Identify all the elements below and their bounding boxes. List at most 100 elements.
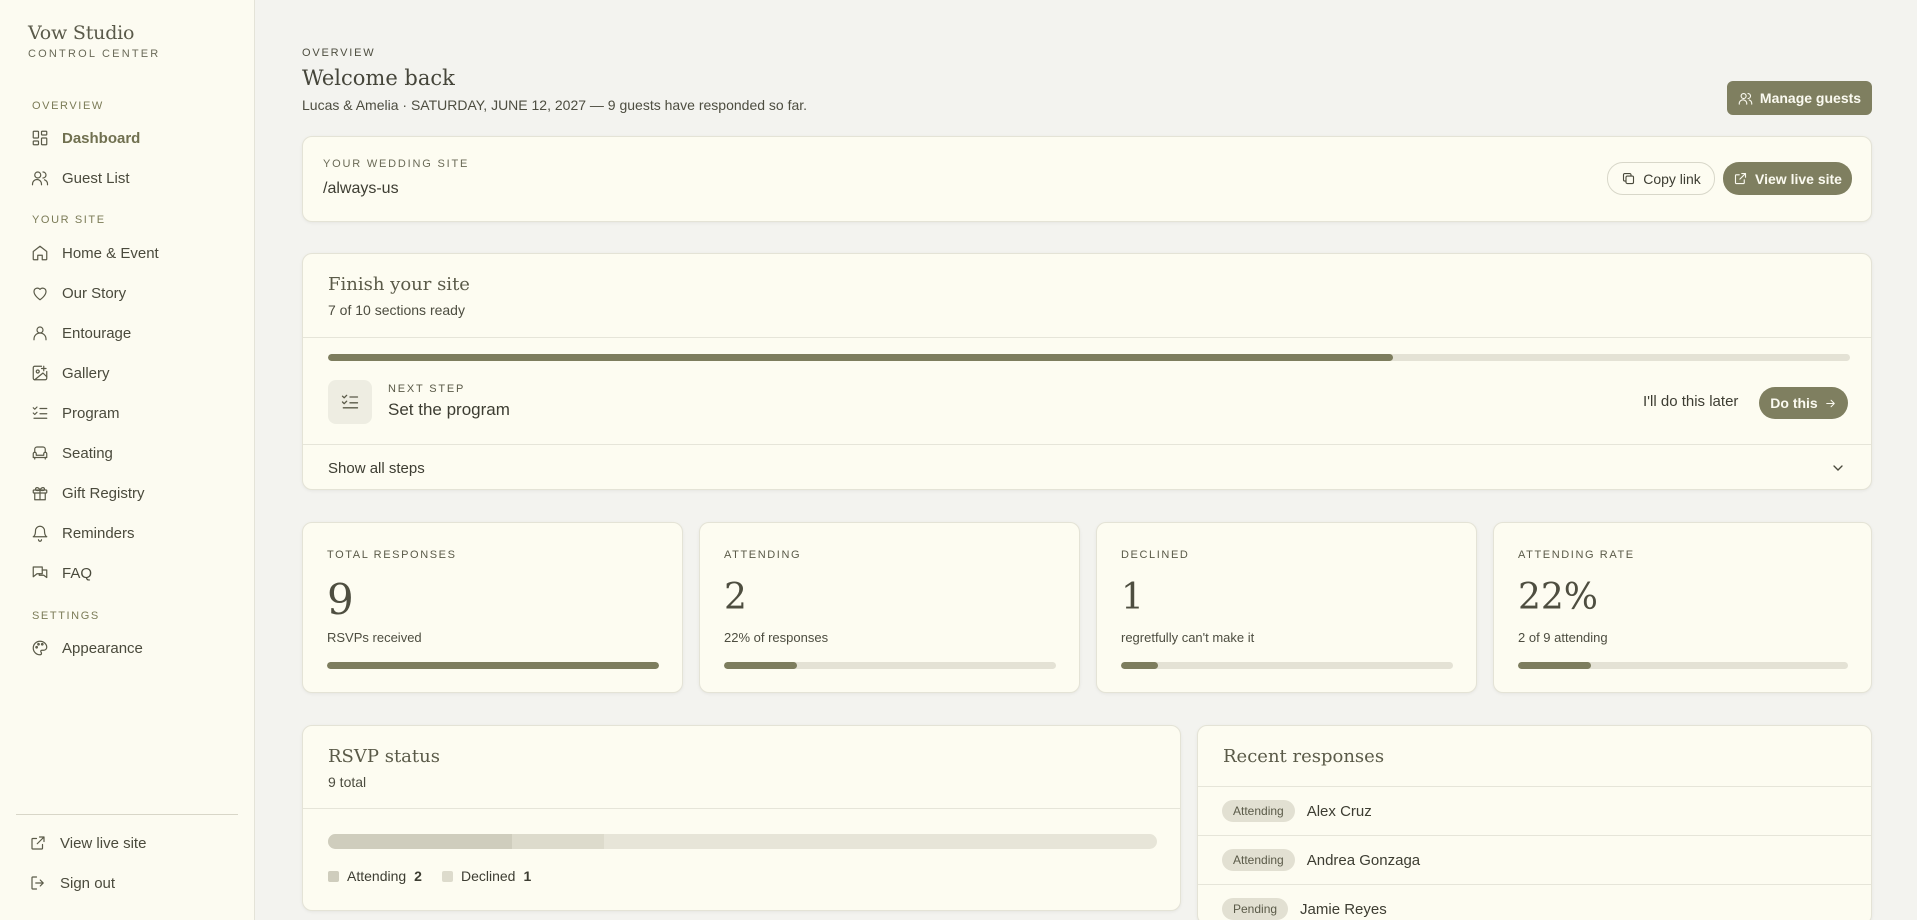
sofa-icon: [30, 443, 50, 463]
legend-swatch-declined: [441, 870, 453, 882]
next-step-icon-box: [328, 380, 372, 424]
stat-note: regretfully can't make it: [1121, 630, 1255, 645]
stat-bar-fill: [327, 662, 659, 669]
list-check-icon: [30, 403, 50, 423]
nav-section-your-site: YOUR SITE: [32, 214, 106, 226]
gift-icon: [30, 483, 50, 503]
sidebar-item-home-event[interactable]: Home & Event: [30, 240, 159, 266]
stat-note: 22% of responses: [724, 630, 829, 645]
finish-site-card: Finish your site 7 of 10 sections ready …: [302, 253, 1872, 490]
status-badge: Attending: [1222, 849, 1295, 871]
sidebar-item-seating[interactable]: Seating: [30, 440, 113, 466]
list-check-icon: [341, 394, 359, 409]
list-item[interactable]: Pending Jamie Reyes: [1198, 884, 1871, 920]
rsvp-status-title: RSVP status: [328, 746, 440, 767]
home-icon: [30, 243, 50, 263]
list-item[interactable]: Attending Alex Cruz: [1198, 786, 1871, 835]
stat-value: 1: [1121, 577, 1144, 618]
copy-icon: [1623, 172, 1635, 185]
guest-name: Jamie Reyes: [1300, 900, 1387, 918]
sidebar-item-entourage[interactable]: Entourage: [30, 320, 131, 346]
view-live-site-label: View live site: [1755, 170, 1842, 187]
sign-out-label: Sign out: [60, 874, 116, 892]
stat-label: ATTENDING: [724, 549, 802, 561]
stat-bar-fill: [1121, 662, 1158, 669]
users-icon: [1738, 92, 1753, 105]
stat-value: 9: [327, 575, 354, 624]
stat-bar: [724, 662, 1056, 669]
show-all-steps-label: Show all steps: [328, 459, 425, 477]
external-link-icon: [1734, 172, 1747, 185]
stat-card-attending-rate: ATTENDING RATE 22% 2 of 9 attending: [1493, 522, 1872, 693]
sidebar-item-gift-registry[interactable]: Gift Registry: [30, 480, 145, 506]
stat-label: TOTAL RESPONSES: [327, 549, 457, 561]
page-subtitle: Lucas & Amelia · SATURDAY, JUNE 12, 2027…: [302, 97, 808, 113]
brand: Vow Studio CONTROL CENTER: [28, 22, 160, 60]
status-badge: Pending: [1222, 898, 1289, 920]
manage-guests-button[interactable]: Manage guests: [1727, 81, 1872, 115]
view-live-site-button[interactable]: View live site: [1723, 162, 1852, 195]
sidebar-item-label: Entourage: [62, 324, 132, 342]
user-icon: [30, 323, 50, 343]
copy-link-button[interactable]: Copy link: [1607, 162, 1715, 195]
sidebar-item-guest-list[interactable]: Guest List: [30, 165, 130, 191]
show-all-steps-toggle[interactable]: Show all steps: [303, 445, 1871, 489]
wedding-site-card: YOUR WEDDING SITE /always-us Copy link V…: [302, 136, 1872, 222]
legend-count-attending: 2: [414, 868, 422, 884]
rsvp-stacked-bar: [328, 834, 1157, 849]
sidebar-item-dashboard[interactable]: Dashboard: [30, 125, 140, 151]
sidebar-item-faq[interactable]: FAQ: [30, 560, 92, 586]
heart-icon: [30, 283, 50, 303]
recent-responses-card: Recent responses Attending Alex Cruz Att…: [1197, 725, 1872, 920]
wedding-site-label: YOUR WEDDING SITE: [323, 158, 470, 170]
manage-guests-label: Manage guests: [1759, 90, 1862, 106]
finish-site-progress-bar: [328, 354, 1850, 361]
sidebar-sign-out[interactable]: Sign out: [28, 870, 115, 896]
sidebar-item-label: Guest List: [62, 169, 130, 187]
nav-section-overview: OVERVIEW: [32, 100, 104, 112]
sidebar-item-gallery[interactable]: Gallery: [30, 360, 110, 386]
do-this-button[interactable]: Do this: [1759, 387, 1848, 419]
stat-bar: [1121, 662, 1453, 669]
sidebar-item-label: Dashboard: [62, 129, 141, 147]
stat-bar: [1518, 662, 1848, 669]
stat-card-declined: DECLINED 1 regretfully can't make it: [1096, 522, 1477, 693]
guest-name: Alex Cruz: [1306, 802, 1372, 820]
sidebar-item-our-story[interactable]: Our Story: [30, 280, 126, 306]
sidebar-divider: [16, 814, 238, 815]
sidebar-item-label: Program: [62, 404, 120, 422]
page-eyebrow: OVERVIEW: [302, 47, 376, 59]
sidebar-item-appearance[interactable]: Appearance: [30, 635, 143, 661]
dashboard-icon: [30, 128, 50, 148]
wedding-site-slug: /always-us: [323, 180, 399, 197]
do-later-button[interactable]: I'll do this later: [1643, 393, 1738, 410]
status-badge: Attending: [1222, 800, 1295, 822]
page-title: Welcome back: [302, 66, 455, 90]
rsvp-total: 9 total: [328, 774, 367, 790]
finish-site-progress-fill: [328, 354, 1394, 361]
sidebar-item-reminders[interactable]: Reminders: [30, 520, 135, 546]
list-item[interactable]: Attending Andrea Gonzaga: [1198, 835, 1871, 884]
stat-bar-fill: [724, 662, 798, 669]
legend-label-attending: Attending: [347, 868, 407, 884]
finish-site-title: Finish your site: [328, 274, 470, 295]
stat-card-attending: ATTENDING 2 22% of responses: [699, 522, 1080, 693]
sidebar-item-program[interactable]: Program: [30, 400, 120, 426]
sidebar-item-label: Our Story: [62, 284, 127, 302]
sidebar-item-label: Appearance: [62, 639, 143, 657]
next-step-label: NEXT STEP: [388, 383, 466, 395]
stat-label: DECLINED: [1121, 549, 1190, 561]
sidebar-view-live-site[interactable]: View live site: [28, 830, 146, 856]
stat-note: 2 of 9 attending: [1518, 630, 1608, 645]
stat-value: 22%: [1518, 577, 1599, 618]
image-plus-icon: [30, 363, 50, 383]
sidebar-item-label: Gift Registry: [62, 484, 145, 502]
users-icon: [30, 168, 50, 188]
sidebar-item-label: Home & Event: [62, 244, 159, 262]
finish-site-progress-text: 7 of 10 sections ready: [328, 302, 465, 318]
sign-out-icon: [28, 873, 48, 893]
sidebar-item-label: FAQ: [62, 564, 93, 582]
stat-card-total-responses: TOTAL RESPONSES 9 RSVPs received: [302, 522, 683, 693]
sidebar-item-label: Gallery: [62, 364, 110, 382]
rsvp-status-card: RSVP status 9 total Attending 2 Declined…: [302, 725, 1181, 911]
